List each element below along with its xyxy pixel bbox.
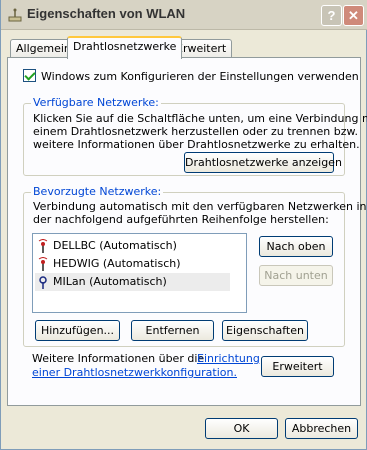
info-link-setup[interactable]: Einrichtung [197,352,260,365]
window-title: Eigenschaften von WLAN [27,6,186,21]
list-item-label: DELLBC (Automatisch) [53,239,177,252]
remove-button[interactable]: Entfernen [131,320,214,341]
preferred-networks-list[interactable]: DELLBC (Automatisch) HEDWIG (Automatisch… [32,233,247,313]
wireless-network-icon [38,257,48,271]
available-networks-text-3: weitere Informationen über Drahtlosnetzw… [33,138,360,151]
available-networks-text-1: Klicken Sie auf die Schaltfläche unten, … [33,112,367,125]
advanced-button[interactable]: Erweitert [261,356,334,377]
config-checkbox-label[interactable]: Windows zum Konfigurieren der Einstellun… [41,70,359,83]
info-text: Weitere Informationen über die [32,352,205,365]
config-checkbox[interactable] [23,69,36,82]
list-item-dellbc[interactable]: DELLBC (Automatisch) [35,237,251,255]
close-button[interactable]: ✕ [343,5,364,26]
title-bar[interactable]: Eigenschaften von WLAN ? ✕ [1,0,367,30]
preferred-networks-text-1: Verbindung automatisch mit den verfügbar… [33,200,367,213]
available-networks-text-2: einem Drahtlosnetzwerk herzustellen oder… [33,125,358,138]
ok-button[interactable]: OK [205,418,278,439]
wireless-network-icon [38,239,48,253]
properties-button[interactable]: Eigenschaften [222,320,308,341]
info-link-config[interactable]: einer Drahtlosnetzwerkkonfiguration. [32,366,237,379]
preferred-networks-title: Bevorzugte Netzwerke: [31,185,164,198]
move-up-button[interactable]: Nach oben [259,236,333,257]
move-down-button[interactable]: Nach unten [259,265,333,286]
list-item-label: MILan (Automatisch) [53,275,167,288]
list-item-hedwig[interactable]: HEDWIG (Automatisch) [35,255,251,273]
available-networks-title: Verfügbare Netzwerke: [31,96,161,109]
wireless-network-secure-icon [39,276,47,289]
preferred-networks-text-2: der nachfolgend aufgeführten Reihenfolge… [33,213,329,226]
list-item-milan[interactable]: MILan (Automatisch) [35,273,230,291]
list-item-label: HEDWIG (Automatisch) [53,257,181,270]
properties-window: Eigenschaften von WLAN ? ✕ Allgemein Dra… [0,0,367,450]
tab-strip: Allgemein Drahtlosnetzwerke Erweitert [1,30,367,59]
cancel-button[interactable]: Abbrechen [285,418,358,439]
show-networks-button[interactable]: Drahtlosnetzwerke anzeigen [184,152,342,173]
help-button[interactable]: ? [321,5,342,26]
add-button[interactable]: Hinzufügen... [35,320,120,341]
network-adapter-icon [8,8,22,22]
tab-drahtlosnetzwerke[interactable]: Drahtlosnetzwerke [67,36,183,59]
